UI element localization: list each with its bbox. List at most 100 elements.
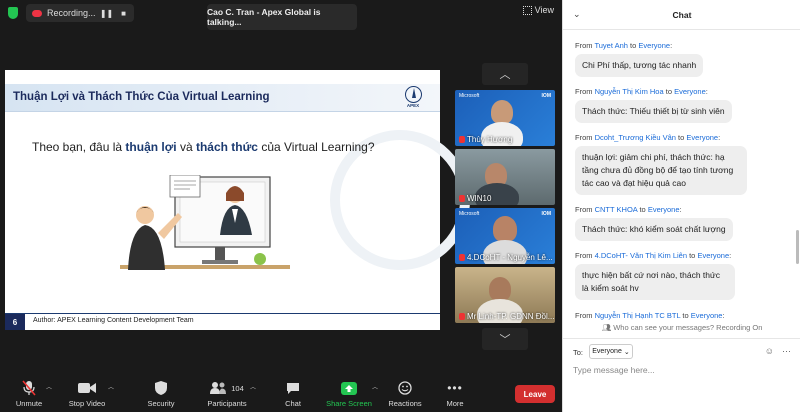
security-button-icon — [144, 380, 178, 396]
tile-badge-right: IOM — [541, 211, 551, 217]
message-input[interactable]: Type message here... — [573, 365, 655, 375]
meeting-area: Recording... ❚❚ ■ Cao C. Tran - Apex Glo… — [0, 0, 562, 412]
video-tile[interactable]: WIN10 — [455, 149, 555, 205]
tile-name: Mr Linh-TP. GDNN Đồl... — [459, 312, 554, 321]
message-bubble: Thách thức: Thiếu thiết bị từ sinh viên — [575, 100, 732, 123]
audio-options-caret-icon[interactable]: ︿ — [46, 382, 52, 391]
message-recipient: Everyone — [674, 87, 706, 96]
stop-recording-icon[interactable]: ■ — [118, 7, 130, 19]
shield-icon — [155, 381, 167, 395]
more-button[interactable]: ••• More — [442, 380, 468, 408]
video-camera-icon — [78, 383, 96, 393]
people-icon: 👥︎ — [601, 323, 612, 332]
message-recipient: Everyone — [647, 205, 680, 214]
message-meta: From 4.DCoHT- Văn Thị Kim Liên to Everyo… — [575, 251, 787, 260]
tile-name: 4.DCoHT - Nguyễn Lê... — [459, 253, 553, 262]
message-bubble: thực hiện bất cứ nơi nào, thách thức là … — [575, 264, 735, 300]
tile-name: Thùy Hương — [459, 135, 512, 144]
reactions-button[interactable]: Reactions — [386, 380, 424, 408]
security-button[interactable]: Security — [144, 380, 178, 408]
active-speaker-text: Cao C. Tran - Apex Global is talking... — [207, 7, 321, 27]
emoji-icon[interactable]: ☺ — [765, 346, 774, 357]
encryption-shield-icon[interactable] — [8, 7, 18, 19]
meeting-topbar: Recording... ❚❚ ■ Cao C. Tran - Apex Glo… — [0, 0, 562, 30]
slide-footer: 6 Author: APEX Learning Content Developm… — [5, 313, 440, 330]
participants-count: 104 — [231, 383, 244, 393]
pause-recording-icon[interactable]: ❚❚ — [100, 7, 113, 19]
chat-panel: ⌄ Chat From Tuyet Anh to Everyone: Chi P… — [562, 0, 800, 412]
participant-video — [493, 216, 517, 242]
video-tile[interactable]: Microsoft IOM 4.DCoHT - Nguyễn Lê... — [455, 208, 555, 264]
from-prefix: From — [575, 311, 595, 320]
message-sender[interactable]: Tuyet Anh — [594, 41, 628, 50]
participants-caret-icon[interactable]: ︿ — [250, 382, 256, 391]
share-screen-button-icon: ︿ — [324, 380, 378, 396]
chat-bubble-icon — [287, 382, 299, 394]
security-label: Security — [147, 399, 175, 408]
message-sender[interactable]: Dcoht_Trương Kiều Vân — [595, 133, 676, 142]
to-word: to — [687, 251, 698, 260]
compose-tools: ☺ ⋯ — [765, 346, 791, 357]
from-prefix: From — [575, 133, 595, 142]
question-highlight-challenges: thách thức — [195, 140, 258, 154]
who-can-see-text: Who can see your messages? Recording On — [613, 323, 763, 332]
leave-button[interactable]: Leave — [515, 385, 555, 403]
slide-question: Theo bạn, đâu là thuận lợi và thách thức… — [32, 140, 375, 154]
message-sender[interactable]: Nguyễn Thị Kim Hoa — [595, 87, 664, 96]
participant-video — [489, 277, 511, 301]
video-tile[interactable]: Mr Linh-TP. GDNN Đồl... — [455, 267, 555, 323]
chevron-down-icon: ⌄ — [623, 348, 630, 356]
tile-name-label: Mr Linh-TP. GDNN Đồl... — [467, 312, 555, 321]
gallery-down-button[interactable]: ﹀ — [482, 328, 528, 350]
more-options-icon[interactable]: ⋯ — [782, 346, 791, 357]
who-can-see-notice[interactable]: 👥︎ Who can see your messages? Recording … — [563, 323, 800, 332]
chat-button[interactable]: Chat — [280, 380, 306, 408]
message-sender[interactable]: 4.DCoHT- Văn Thị Kim Liên — [595, 251, 687, 260]
question-highlight-advantages: thuận lợi — [125, 140, 177, 154]
meta-suffix: : — [718, 133, 721, 142]
to-word: to — [637, 205, 648, 214]
chevron-down-icon: ﹀ — [499, 334, 511, 346]
share-options-caret-icon[interactable]: ︿ — [372, 382, 378, 391]
chat-message: From Nguyễn Thị Kim Hoa to Everyone: Thá… — [575, 87, 787, 123]
share-screen-button[interactable]: ︿ Share Screen — [324, 380, 378, 408]
meta-suffix: : — [722, 311, 725, 320]
unmute-button-icon: ︿ — [12, 380, 52, 396]
muted-mic-icon — [459, 254, 465, 261]
from-prefix: From — [575, 251, 595, 260]
stop-video-button-icon: ︿ — [66, 380, 114, 396]
recipient-select[interactable]: Everyone ⌄ — [589, 344, 633, 359]
chat-button-icon — [280, 380, 306, 396]
slide-number: 6 — [5, 314, 25, 330]
share-screen-label: Share Screen — [326, 399, 372, 408]
recipient-select-value: Everyone — [592, 348, 622, 355]
chat-scrollbar[interactable] — [796, 230, 799, 264]
message-bubble: thuận lợi: giảm chi phí, thách thức: hạ … — [575, 146, 747, 195]
view-button[interactable]: View — [522, 5, 554, 15]
apex-logo-icon — [404, 86, 422, 103]
message-sender[interactable]: Nguyễn Thị Hạnh TC BTL — [595, 311, 681, 320]
recording-indicator: Recording... ❚❚ ■ — [26, 4, 134, 22]
tile-name-label: 4.DCoHT - Nguyễn Lê... — [467, 253, 553, 262]
chat-message-list[interactable]: From Tuyet Anh to Everyone: Chi Phí thấp… — [563, 30, 800, 320]
chat-message: From CNTT KHOA to Everyone: Thách thức: … — [575, 205, 787, 241]
tile-badge-left: Microsoft — [459, 211, 480, 217]
gallery-up-button[interactable]: ︿ — [482, 63, 528, 85]
stop-video-button[interactable]: ︿ Stop Video — [66, 380, 114, 408]
meeting-toolbar: ︿ Unmute ︿ Stop Video Security 104 ︿ Par… — [0, 374, 562, 412]
meta-suffix: : — [679, 205, 682, 214]
from-prefix: From — [575, 205, 595, 214]
more-dots-icon: ••• — [447, 381, 463, 395]
share-screen-icon — [341, 381, 357, 395]
tile-name-label: Thùy Hương — [467, 135, 513, 144]
to-label: To: — [573, 348, 584, 357]
video-options-caret-icon[interactable]: ︿ — [108, 382, 114, 391]
message-meta: From Nguyễn Thị Kim Hoa to Everyone: — [575, 87, 787, 96]
tile-badge-left: Microsoft — [459, 93, 480, 99]
unmute-button[interactable]: ︿ Unmute — [12, 380, 52, 408]
video-tile[interactable]: Microsoft IOM Thùy Hương — [455, 90, 555, 146]
question-text-2: và — [176, 140, 196, 154]
message-sender[interactable]: CNTT KHOA — [595, 205, 638, 214]
participants-button[interactable]: 104 ︿ Participants — [204, 380, 256, 408]
message-recipient: Everyone — [686, 133, 719, 142]
